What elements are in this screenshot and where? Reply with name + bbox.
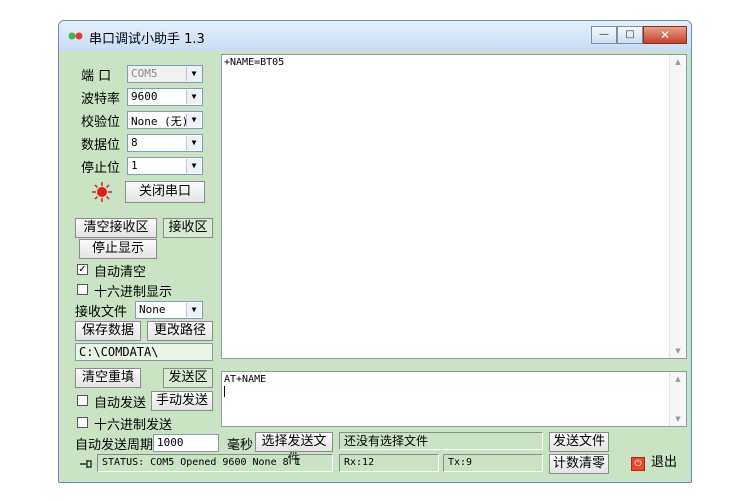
stopbits-select[interactable]: 1 ▼ xyxy=(127,157,203,175)
chevron-down-icon: ▼ xyxy=(186,90,201,104)
title-bar[interactable]: 串口调试小助手 1.3 — □ ✕ xyxy=(59,21,691,51)
hex-display-label: 十六进制显示 xyxy=(94,285,173,300)
auto-clear-label: 自动清空 xyxy=(94,265,147,280)
chevron-down-icon: ▼ xyxy=(186,159,201,173)
parity-label: 校验位 xyxy=(81,115,121,130)
port-status-indicator-icon xyxy=(92,182,112,202)
chevron-down-icon: ▼ xyxy=(186,113,201,127)
port-label: 端 口 xyxy=(81,69,112,84)
receive-file-value: None xyxy=(139,303,166,316)
stopbits-label: 停止位 xyxy=(81,161,121,176)
hex-send-label: 十六进制发送 xyxy=(94,418,173,433)
receive-scrollbar[interactable]: ▲ ▼ xyxy=(669,55,686,358)
text-cursor xyxy=(224,386,225,397)
clear-send-button[interactable]: 清空重填 xyxy=(75,368,141,388)
send-area-label: 发送区 xyxy=(163,368,213,388)
auto-send-period-input[interactable]: 1000 xyxy=(153,434,219,452)
status-text: STATUS: COM5 Opened 9600 None 8 1 xyxy=(97,454,333,472)
databits-label: 数据位 xyxy=(81,138,121,153)
clear-receive-button[interactable]: 清空接收区 xyxy=(75,218,157,238)
parity-select[interactable]: None (无) ▼ xyxy=(127,111,203,129)
receive-file-select[interactable]: None ▼ xyxy=(135,301,203,319)
pin-icon xyxy=(80,460,92,468)
app-icon xyxy=(68,32,83,40)
manual-send-button[interactable]: 手动发送 xyxy=(151,391,213,411)
tx-count: Tx:9 xyxy=(443,454,543,472)
chevron-down-icon: ▼ xyxy=(186,303,201,317)
send-file-status: 还没有选择文件 xyxy=(339,432,543,450)
auto-send-label: 自动发送 xyxy=(94,396,147,411)
auto-send-checkbox[interactable] xyxy=(77,395,88,406)
scroll-down-icon[interactable]: ▼ xyxy=(670,412,686,426)
receive-file-label: 接收文件 xyxy=(75,305,128,320)
parity-value: None (无) xyxy=(131,115,189,128)
receive-area-label: 接收区 xyxy=(163,218,213,238)
stopbits-value: 1 xyxy=(131,159,138,172)
databits-select[interactable]: 8 ▼ xyxy=(127,134,203,152)
power-icon: ⏻ xyxy=(631,457,645,471)
port-value: COM5 xyxy=(131,67,158,80)
close-port-button[interactable]: 关闭串口 xyxy=(125,181,205,203)
reset-count-button[interactable]: 计数清零 xyxy=(549,454,609,474)
maximize-button[interactable]: □ xyxy=(617,26,643,44)
databits-value: 8 xyxy=(131,136,138,149)
exit-label: 退出 xyxy=(651,455,678,470)
auto-send-period-label: 自动发送周期 xyxy=(75,438,154,453)
receive-path-field: C:\COMDATA\ xyxy=(75,343,213,361)
app-window: 串口调试小助手 1.3 — □ ✕ 端 口 COM5 ▼ 波特率 9600 ▼ … xyxy=(58,20,692,483)
chevron-down-icon: ▼ xyxy=(186,67,201,81)
send-textarea[interactable]: AT+NAME ▲ ▼ xyxy=(221,371,687,427)
send-scrollbar[interactable]: ▲ ▼ xyxy=(669,372,686,426)
choose-send-file-button[interactable]: 选择发送文件 xyxy=(255,432,333,467)
baud-value: 9600 xyxy=(131,90,158,103)
send-file-button[interactable]: 发送文件 xyxy=(549,432,609,452)
window-title: 串口调试小助手 1.3 xyxy=(89,32,205,47)
exit-button[interactable]: ⏻ 退出 xyxy=(625,453,687,475)
port-select[interactable]: COM5 ▼ xyxy=(127,65,203,83)
chevron-down-icon: ▼ xyxy=(186,136,201,150)
receive-textarea[interactable]: +NAME=BT05 ▲ ▼ xyxy=(221,54,687,359)
scroll-up-icon[interactable]: ▲ xyxy=(670,372,686,386)
hex-display-checkbox[interactable] xyxy=(77,284,88,295)
rx-count: Rx:12 xyxy=(339,454,439,472)
stop-display-button[interactable]: 停止显示 xyxy=(79,239,157,259)
minimize-button[interactable]: — xyxy=(591,26,617,44)
ms-label: 毫秒 xyxy=(227,438,254,453)
scroll-down-icon[interactable]: ▼ xyxy=(670,344,686,358)
close-window-button[interactable]: ✕ xyxy=(643,26,687,44)
change-path-button[interactable]: 更改路径 xyxy=(147,321,213,341)
scroll-up-icon[interactable]: ▲ xyxy=(670,55,686,69)
send-content: AT+NAME xyxy=(224,374,267,385)
receive-content: +NAME=BT05 xyxy=(224,57,285,68)
save-data-button[interactable]: 保存数据 xyxy=(75,321,141,341)
auto-clear-checkbox[interactable]: ✓ xyxy=(77,264,88,275)
baud-select[interactable]: 9600 ▼ xyxy=(127,88,203,106)
hex-send-checkbox[interactable] xyxy=(77,417,88,428)
baud-label: 波特率 xyxy=(81,92,121,107)
